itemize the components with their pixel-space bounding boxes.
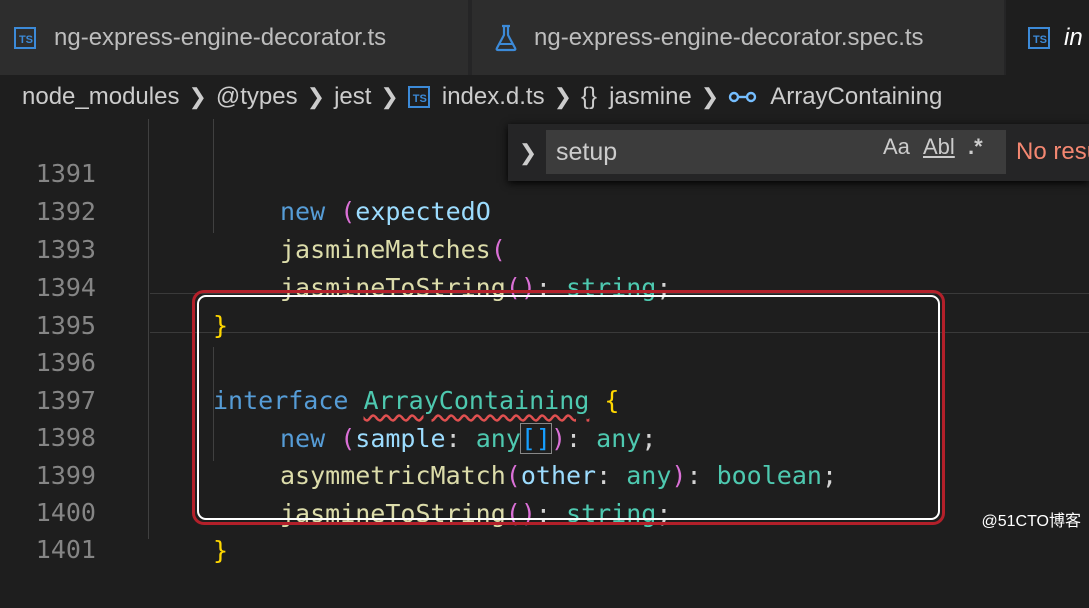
chevron-right-icon: ❯ (306, 84, 326, 109)
chevron-right-icon: ❯ (188, 84, 207, 109)
namespace-braces-icon: {} (581, 83, 598, 110)
match-case-button[interactable]: Aa (883, 134, 910, 160)
chevron-right-icon: ❯ (380, 84, 399, 109)
chevron-right-icon: ❯ (553, 84, 573, 109)
code-line: 1394 } (0, 231, 1089, 340)
chevron-right-icon: ❯ (700, 84, 720, 109)
tab-label: ng-express-engine-decorator.spec.ts (534, 23, 924, 51)
match-whole-word-button[interactable]: Abl (923, 134, 955, 160)
find-widget: ❯ setup Aa Abl .* No resu (508, 124, 1089, 181)
breadcrumb-item-jasmine[interactable]: jasmine (609, 83, 692, 111)
annotation-highlight-inner (197, 295, 940, 520)
tab-label: in (1064, 23, 1083, 51)
ts-file-icon: TS (1028, 26, 1050, 49)
line-number: 1401 (35, 535, 96, 564)
breadcrumb-item-arraycontaining[interactable]: ArrayContaining (770, 83, 942, 111)
tab-label: ng-express-engine-decorator.ts (54, 23, 387, 51)
breadcrumb-item-types[interactable]: @types (216, 83, 298, 111)
breadcrumb-item-index-d-ts[interactable]: index.d.ts (442, 83, 545, 111)
breadcrumb-item-node-modules[interactable]: node_modules (22, 83, 179, 111)
find-result-status: No resu (1016, 138, 1089, 165)
use-regex-button[interactable]: .* (968, 134, 983, 160)
ts-file-icon: TS (407, 86, 430, 108)
watermark: @51CTO博客 (981, 513, 1081, 530)
interface-icon (729, 91, 757, 103)
tab-ng-express-engine-decorator-spec[interactable]: ng-express-engine-decorator.spec.ts (470, 0, 1004, 75)
breadcrumb: node_modules ❯ @types ❯ jest ❯ TS index.… (0, 75, 1089, 119)
tab-bar: TS ng-express-engine-decorator.ts ng-exp… (0, 0, 1089, 75)
token: } (213, 536, 229, 565)
code-line: 1393 jasmineToString(): string; (0, 193, 1089, 302)
breadcrumb-item-jest[interactable]: jest (334, 83, 371, 111)
tab-active[interactable]: TS in (1006, 0, 1089, 75)
toggle-replace-chevron-icon[interactable]: ❯ (514, 124, 542, 181)
tab-ng-express-engine-decorator[interactable]: TS ng-express-engine-decorator.ts (0, 0, 468, 75)
flask-icon (495, 24, 517, 51)
ts-file-icon: TS (14, 26, 36, 49)
